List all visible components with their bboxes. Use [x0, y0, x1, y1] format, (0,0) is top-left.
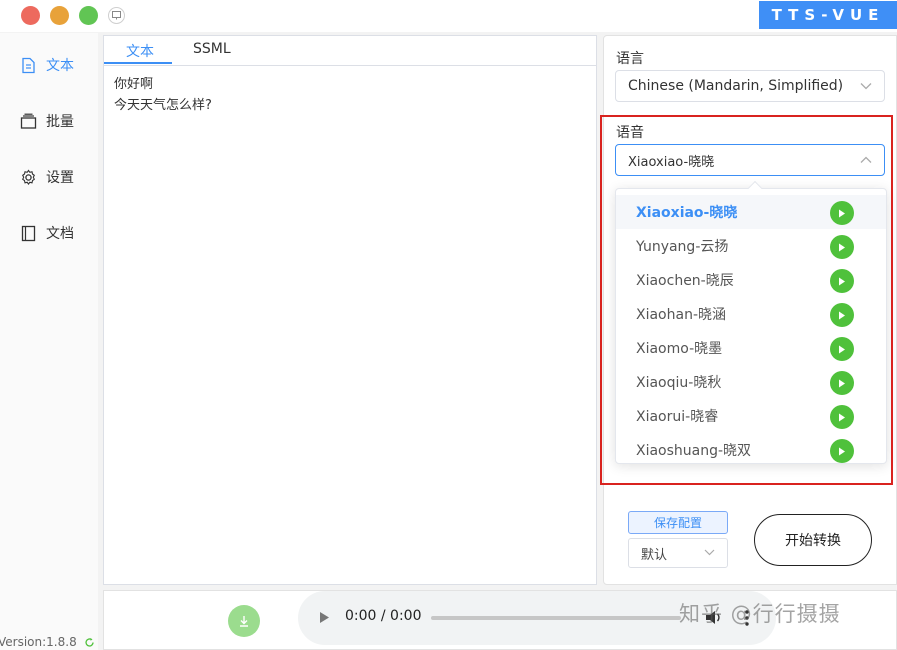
minimize-window-button[interactable]: [50, 6, 69, 25]
document-icon: [22, 57, 35, 73]
maximize-window-button[interactable]: [79, 6, 98, 25]
play-icon: [839, 277, 845, 285]
voice-option-label: Yunyang-云扬: [636, 239, 729, 255]
sidebar-item-label: 文本: [46, 58, 74, 74]
audio-time: 0:00 / 0:00: [345, 608, 422, 624]
voice-select[interactable]: Xiaoxiao-晓晓: [615, 144, 885, 176]
save-config-button[interactable]: 保存配置: [628, 511, 728, 534]
monitor-icon: [112, 11, 121, 20]
title-bar: TTS-VUE: [0, 0, 897, 32]
sidebar-item-settings[interactable]: 设置: [20, 167, 74, 187]
close-window-button[interactable]: [21, 6, 40, 25]
voice-option[interactable]: Xiaomo-晓墨: [616, 331, 886, 365]
voice-value: Xiaoxiao-晓晓: [628, 154, 715, 170]
voice-option-label: Xiaorui-晓睿: [636, 409, 719, 425]
voice-option-label: Xiaohan-晓涵: [636, 307, 727, 323]
voice-option-label: Xiaoqiu-晓秋: [636, 375, 722, 391]
voice-option[interactable]: Xiaoshuang-晓双: [616, 433, 886, 467]
tab-text[interactable]: 文本: [126, 41, 154, 61]
active-tab-indicator: [104, 62, 172, 64]
download-button[interactable]: [228, 605, 260, 637]
stack-icon: [20, 113, 37, 129]
version-info: Version:1.8.8: [0, 635, 95, 649]
chevron-down-icon: [704, 549, 715, 556]
sidebar-item-label: 批量: [46, 114, 74, 130]
play-icon: [839, 345, 845, 353]
voice-option-label: Xiaochen-晓辰: [636, 273, 734, 289]
play-preview-button[interactable]: [830, 303, 854, 327]
preset-value: 默认: [641, 547, 668, 563]
version-label: Version:1.8.8: [0, 635, 77, 649]
voice-option-label: Xiaomo-晓墨: [636, 341, 723, 357]
more-options-icon[interactable]: [745, 610, 749, 626]
sidebar-item-text[interactable]: 文本: [20, 55, 74, 75]
play-preview-button[interactable]: [830, 337, 854, 361]
voice-option[interactable]: Yunyang-云扬: [616, 229, 886, 263]
preset-select[interactable]: 默认: [628, 538, 728, 568]
gear-icon: [21, 169, 36, 185]
voice-option[interactable]: Xiaoxiao-晓晓: [616, 195, 886, 229]
voice-option-label: Xiaoxiao-晓晓: [636, 205, 738, 221]
play-icon: [839, 379, 845, 387]
play-icon: [839, 209, 845, 217]
audio-player: 0:00 / 0:00: [298, 591, 776, 645]
sidebar-item-label: 设置: [46, 170, 74, 186]
sidebar-item-docs[interactable]: 文档: [20, 223, 74, 243]
refresh-icon[interactable]: [84, 637, 95, 648]
language-label: 语言: [616, 51, 644, 67]
play-preview-button[interactable]: [830, 439, 854, 463]
app-brand: TTS-VUE: [759, 1, 897, 29]
editor-panel: 文本 SSML 你好啊 今天天气怎么样?: [103, 35, 597, 585]
audio-progress-track[interactable]: [431, 616, 681, 620]
play-icon: [839, 447, 845, 455]
play-preview-button[interactable]: [830, 405, 854, 429]
play-preview-button[interactable]: [830, 371, 854, 395]
sidebar: 文本 批量 设置 文档 Version:1.8.8: [0, 33, 98, 650]
voice-dropdown: Xiaoxiao-晓晓 Yunyang-云扬 Xiaochen-晓辰 Xiaoh…: [615, 180, 887, 467]
play-preview-button[interactable]: [830, 269, 854, 293]
language-select[interactable]: Chinese (Mandarin, Simplified): [615, 70, 885, 102]
start-convert-button[interactable]: 开始转换: [754, 514, 872, 566]
voice-option[interactable]: Xiaoqiu-晓秋: [616, 365, 886, 399]
editor-tabs: 文本 SSML: [104, 36, 596, 64]
play-icon: [839, 243, 845, 251]
chevron-up-icon: [860, 156, 872, 163]
book-icon: [21, 225, 36, 241]
play-icon[interactable]: [319, 611, 330, 624]
play-preview-button[interactable]: [830, 235, 854, 259]
play-icon: [839, 311, 845, 319]
tab-ssml[interactable]: SSML: [193, 41, 231, 57]
voice-option[interactable]: Xiaohan-晓涵: [616, 297, 886, 331]
chevron-down-icon: [860, 83, 872, 90]
download-icon: [240, 616, 248, 627]
voice-option[interactable]: Xiaorui-晓睿: [616, 399, 886, 433]
mini-mode-button[interactable]: [108, 7, 125, 24]
voice-option[interactable]: Xiaochen-晓辰: [616, 263, 886, 297]
play-preview-button[interactable]: [830, 201, 854, 225]
sidebar-item-batch[interactable]: 批量: [20, 111, 74, 131]
volume-icon[interactable]: [705, 609, 723, 626]
play-icon: [839, 413, 845, 421]
voice-label: 语音: [616, 125, 644, 141]
language-value: Chinese (Mandarin, Simplified): [628, 78, 844, 94]
sidebar-item-label: 文档: [46, 226, 74, 242]
text-input[interactable]: 你好啊 今天天气怎么样?: [104, 65, 596, 584]
voice-option-label: Xiaoshuang-晓双: [636, 443, 752, 459]
